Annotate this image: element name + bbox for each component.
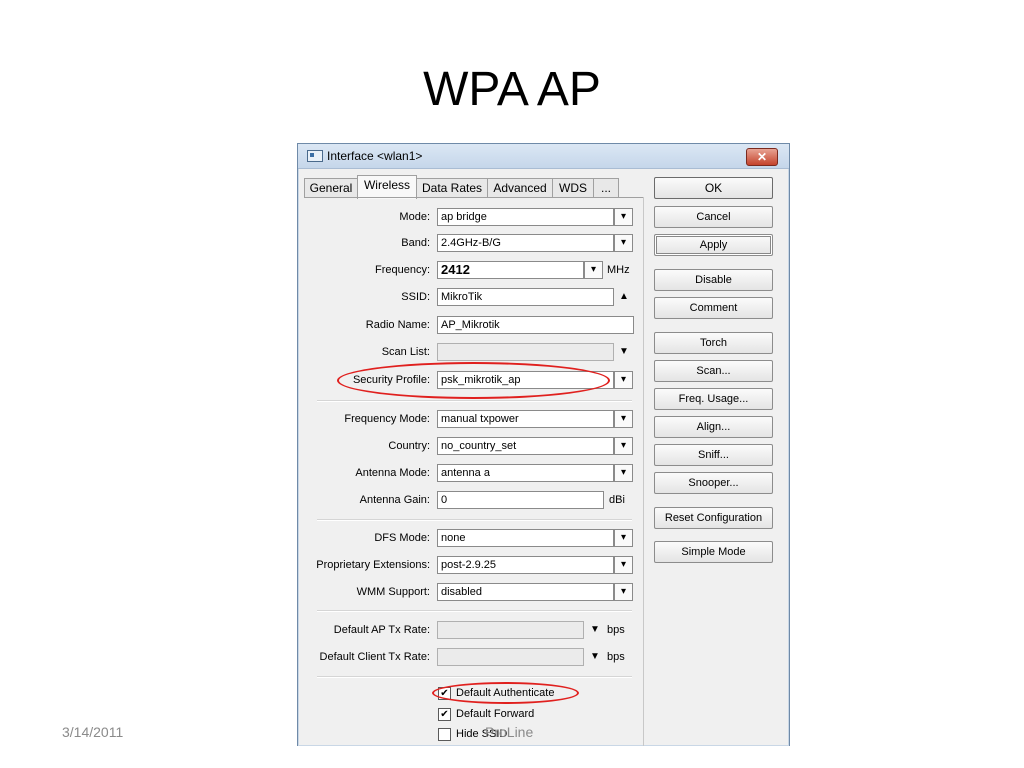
tab-data-rates[interactable]: Data Rates xyxy=(416,178,488,198)
dfs-mode-label: DFS Mode: xyxy=(374,532,430,544)
proprietary-extensions-dropdown-icon[interactable]: ▾ xyxy=(614,556,633,574)
tab-wireless[interactable]: Wireless xyxy=(357,175,417,199)
antenna-gain-unit: dBi xyxy=(609,494,625,506)
default-client-tx-rate-dropdown-icon[interactable]: ▼ xyxy=(588,650,602,664)
mode-dropdown-icon[interactable]: ▾ xyxy=(614,208,633,226)
tab-general[interactable]: General xyxy=(304,178,358,198)
wmm-support-dropdown-icon[interactable]: ▾ xyxy=(614,583,633,601)
proprietary-extensions-label: Proprietary Extensions: xyxy=(316,559,430,571)
antenna-gain-label: Antenna Gain: xyxy=(359,494,430,506)
security-profile-dropdown-icon[interactable]: ▾ xyxy=(614,371,633,389)
frequency-label: Frequency: xyxy=(374,264,430,276)
tab-wds[interactable]: WDS xyxy=(552,178,594,198)
band-select[interactable]: 2.4GHz-B/G xyxy=(437,234,614,252)
slide-title: WPA AP xyxy=(423,63,601,116)
torch-button[interactable]: Torch xyxy=(654,332,773,354)
default-ap-tx-rate-label: Default AP Tx Rate: xyxy=(333,624,430,636)
antenna-mode-label: Antenna Mode: xyxy=(355,467,430,479)
ssid-collapse-icon[interactable]: ▲ xyxy=(617,290,631,304)
country-dropdown-icon[interactable]: ▾ xyxy=(614,437,633,455)
section-divider xyxy=(317,610,632,612)
country-label: Country: xyxy=(388,440,430,452)
country-select[interactable]: no_country_set xyxy=(437,437,614,455)
ssid-label: SSID: xyxy=(401,291,430,303)
snooper-button[interactable]: Snooper... xyxy=(654,472,773,494)
align-button[interactable]: Align... xyxy=(654,416,773,438)
section-divider xyxy=(317,400,632,402)
radio-name-label: Radio Name: xyxy=(365,319,430,331)
sniff-button[interactable]: Sniff... xyxy=(654,444,773,466)
tab-advanced[interactable]: Advanced xyxy=(487,178,553,198)
antenna-gain-input[interactable]: 0 xyxy=(437,491,604,509)
section-divider xyxy=(317,519,632,521)
scan-button[interactable]: Scan... xyxy=(654,360,773,382)
security-profile-label: Security Profile: xyxy=(352,374,430,386)
frequency-mode-dropdown-icon[interactable]: ▾ xyxy=(614,410,633,428)
ok-button[interactable]: OK xyxy=(654,177,773,199)
apply-button[interactable]: Apply xyxy=(654,234,773,256)
wmm-support-select[interactable]: disabled xyxy=(437,583,614,601)
scan-list-input[interactable] xyxy=(437,343,614,361)
frequency-dropdown-icon[interactable]: ▾ xyxy=(584,261,603,279)
slide-date: 3/14/2011 xyxy=(62,724,124,740)
reset-configuration-button[interactable]: Reset Configuration xyxy=(654,507,773,529)
security-profile-select[interactable]: psk_mikrotik_ap xyxy=(437,371,614,389)
default-ap-tx-rate-unit: bps xyxy=(607,624,625,636)
close-button[interactable]: ✕ xyxy=(746,148,778,166)
default-authenticate-checkbox[interactable]: ✔ xyxy=(438,687,451,700)
default-client-tx-rate-input[interactable] xyxy=(437,648,584,666)
default-authenticate-label: Default Authenticate xyxy=(456,687,555,699)
proprietary-extensions-select[interactable]: post-2.9.25 xyxy=(437,556,614,574)
dfs-mode-select[interactable]: none xyxy=(437,529,614,547)
band-label: Band: xyxy=(401,237,430,249)
frequency-mode-select[interactable]: manual txpower xyxy=(437,410,614,428)
hide-ssid-checkbox[interactable] xyxy=(438,728,451,741)
freq-usage-button[interactable]: Freq. Usage... xyxy=(654,388,773,410)
panel-divider xyxy=(643,197,644,746)
default-ap-tx-rate-input[interactable] xyxy=(437,621,584,639)
antenna-mode-select[interactable]: antenna a xyxy=(437,464,614,482)
interface-window: Interface <wlan1> ✕ General Wireless Dat… xyxy=(297,143,790,746)
scan-list-dropdown-icon[interactable]: ▼ xyxy=(617,345,631,359)
window-title: Interface <wlan1> xyxy=(327,149,423,163)
default-forward-checkbox[interactable]: ✔ xyxy=(438,708,451,721)
cancel-button[interactable]: Cancel xyxy=(654,206,773,228)
comment-button[interactable]: Comment xyxy=(654,297,773,319)
title-bar[interactable]: Interface <wlan1> ✕ xyxy=(298,144,789,169)
section-divider xyxy=(317,676,632,678)
tab-underline xyxy=(304,197,644,198)
ssid-input[interactable]: MikroTik xyxy=(437,288,614,306)
mode-select[interactable]: ap bridge xyxy=(437,208,614,226)
default-ap-tx-rate-dropdown-icon[interactable]: ▼ xyxy=(588,623,602,637)
window-icon xyxy=(307,150,323,162)
mode-label: Mode: xyxy=(399,211,430,223)
default-client-tx-rate-unit: bps xyxy=(607,651,625,663)
band-dropdown-icon[interactable]: ▾ xyxy=(614,234,633,252)
antenna-mode-dropdown-icon[interactable]: ▾ xyxy=(614,464,633,482)
wmm-support-label: WMM Support: xyxy=(356,586,430,598)
tab-more[interactable]: ... xyxy=(593,178,619,198)
frequency-select[interactable]: 2412 xyxy=(437,261,584,279)
radio-name-input[interactable]: AP_Mikrotik xyxy=(437,316,634,334)
disable-button[interactable]: Disable xyxy=(654,269,773,291)
slide-footer: ProLine xyxy=(485,724,534,740)
frequency-unit: MHz xyxy=(607,264,630,276)
scan-list-label: Scan List: xyxy=(381,346,430,358)
dfs-mode-dropdown-icon[interactable]: ▾ xyxy=(614,529,633,547)
default-client-tx-rate-label: Default Client Tx Rate: xyxy=(319,651,430,663)
frequency-mode-label: Frequency Mode: xyxy=(344,413,430,425)
simple-mode-button[interactable]: Simple Mode xyxy=(654,541,773,563)
default-forward-label: Default Forward xyxy=(456,708,535,720)
